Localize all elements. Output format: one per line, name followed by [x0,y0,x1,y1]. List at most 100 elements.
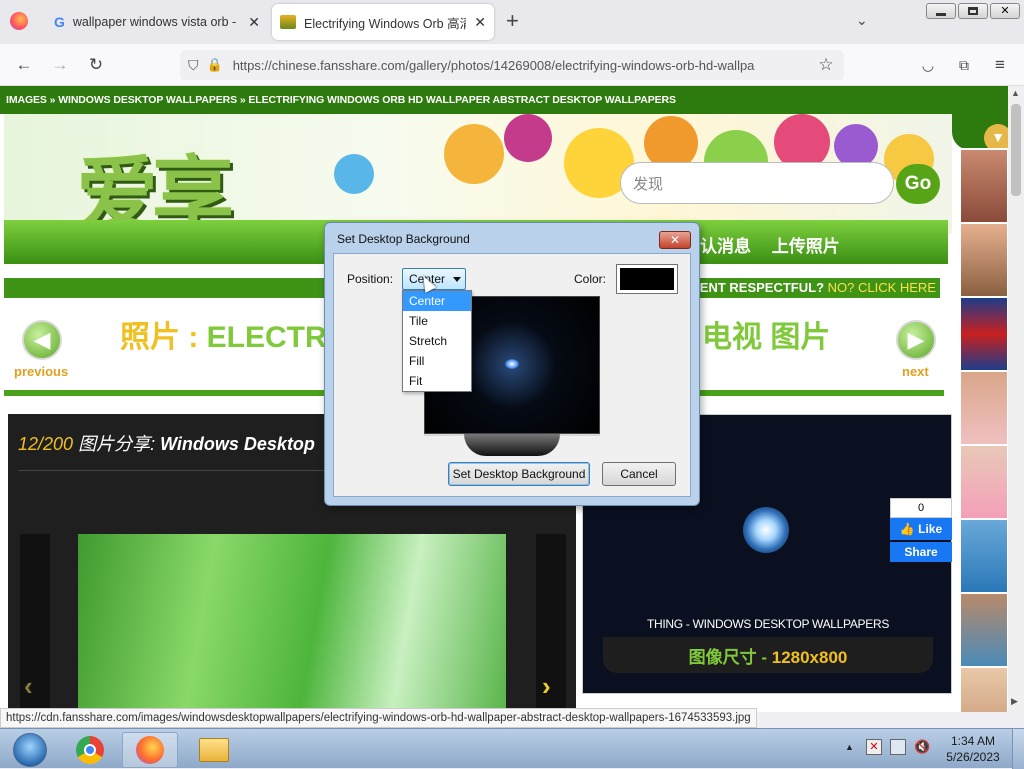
volume-muted-icon[interactable]: 🔇 [914,739,930,755]
network-icon[interactable] [890,739,906,755]
caption-size: 图像尺寸 - 1280x800 [603,643,933,668]
tab-fansshare[interactable]: Electrifying Windows Orb 高清晰 ✕ [272,4,494,40]
orb-preview-icon [505,359,519,369]
photo-title-tail: 电视 图片 [702,321,831,354]
close-window-button[interactable]: ✕ [990,3,1020,19]
position-option-stretch[interactable]: Stretch [403,331,471,351]
maximize-button[interactable] [958,3,988,19]
vertical-scrollbar[interactable]: ▲ ▶ [1008,86,1024,712]
respect-link[interactable]: NO? CLICK HERE [824,280,936,295]
chrome-icon [76,736,104,764]
related-thumbnail[interactable] [961,372,1007,444]
related-thumbnail[interactable] [961,594,1007,666]
previous-link[interactable]: previous [14,364,68,379]
bookmark-star-icon[interactable]: ☆ [814,53,838,77]
back-icon[interactable]: ← [12,53,36,77]
size-value: 1280x800 [771,648,848,667]
tab-title: Electrifying Windows Orb 高清晰 [304,16,467,31]
counter-label: 图片分享: [73,434,161,454]
previous-arrow-icon[interactable]: ◀ [22,320,62,360]
url-bar[interactable]: ⛉ 🔒 https://chinese.fansshare.com/galler… [180,50,844,80]
position-option-fill[interactable]: Fill [403,351,471,371]
dialog-body: Position: Center Color: Set Desktop Back… [333,253,691,497]
position-label: Position: [347,272,394,286]
windows-orb-image [743,507,789,553]
tab-bar: G wallpaper windows vista orb - G ✕ Elec… [0,0,1024,44]
system-clock[interactable]: 1:34 AM 5/26/2023 [940,733,1006,765]
social-buttons: 0 👍 Like Share [890,498,952,562]
new-tab-button[interactable]: + [506,8,519,34]
thumbs-up-icon: 👍 [899,522,915,536]
explorer-taskbar-button[interactable] [186,732,242,768]
monitor-stand [464,434,560,456]
close-icon[interactable]: ✕ [248,14,260,31]
show-desktop-button[interactable] [1012,729,1024,769]
position-option-tile[interactable]: Tile [403,311,471,331]
position-option-fit[interactable]: Fit [403,371,471,391]
list-all-tabs-icon[interactable]: ⌄ [856,12,868,29]
wallpaper-thumbnail[interactable] [78,534,506,712]
dialog-close-button[interactable]: ✕ [659,231,691,249]
like-button[interactable]: 👍 Like [890,518,952,540]
cancel-button[interactable]: Cancel [602,462,676,486]
clock-time: 1:34 AM [950,734,996,748]
search-input[interactable]: 发现 [620,162,894,204]
forward-icon[interactable]: → [48,53,72,77]
google-icon: G [54,14,65,30]
site-logo[interactable]: 爱享 [76,128,234,234]
nav-bar: ← → ↻ ⛉ 🔒 https://chinese.fansshare.com/… [0,44,1024,86]
fansshare-icon [280,15,296,29]
color-picker-button[interactable] [616,264,678,294]
next-slide-button[interactable]: › [536,534,566,712]
related-thumbnail[interactable] [961,224,1007,296]
close-icon[interactable]: ✕ [474,14,486,31]
photo-title-prefix: 照片 : [120,321,199,354]
next-arrow-icon[interactable]: ▶ [896,320,936,360]
go-button[interactable]: Go [896,164,940,204]
caption-title: THING - WINDOWS DESKTOP WALLPAPERS [646,617,890,631]
dropdown-arrow-icon [453,277,461,282]
related-thumbnail[interactable] [961,150,1007,222]
prev-slide-button[interactable]: ‹ [20,534,50,712]
chevron-right-icon: › [542,671,551,701]
folder-icon [199,738,229,762]
tab-title: wallpaper windows vista orb - G [72,15,241,29]
counter-title: Windows Desktop [160,434,315,454]
collapse-icon[interactable]: ▼ [952,114,1008,152]
size-label: 图像尺寸 - [688,648,772,667]
set-desktop-background-dialog: Set Desktop Background ✕ Position: Cente… [324,222,700,506]
related-thumbnail[interactable] [961,668,1007,712]
windows-logo-icon [13,733,47,767]
breadcrumb[interactable]: IMAGES » WINDOWS DESKTOP WALLPAPERS » EL… [0,86,1008,114]
position-dropdown-list: Center Tile Stretch Fill Fit [402,290,472,392]
pocket-icon[interactable]: ◡ [916,53,940,77]
url-text[interactable]: https://chinese.fansshare.com/gallery/ph… [233,58,755,73]
dialog-title: Set Desktop Background [337,232,470,246]
related-thumbnail[interactable] [961,298,1007,370]
shield-icon[interactable]: ⛉ [188,57,199,74]
reload-icon[interactable]: ↻ [84,53,108,77]
chrome-taskbar-button[interactable] [62,732,118,768]
next-link[interactable]: next [902,364,929,379]
start-button[interactable] [2,732,58,768]
firefox-view-icon[interactable] [10,12,28,30]
related-thumbnails [958,148,1008,712]
menu-links[interactable]: 认消息 上传照片 [700,232,840,257]
color-swatch [620,268,674,290]
share-button[interactable]: Share [890,542,952,562]
related-thumbnail[interactable] [961,520,1007,592]
action-center-icon[interactable]: ✕ [866,739,882,755]
extensions-icon[interactable]: ⧉ [952,53,976,77]
caption-box: 图像尺寸 - 1280x800 [603,637,933,673]
scrollbar-thumb[interactable] [1011,104,1021,196]
menu-icon[interactable]: ≡ [988,53,1012,77]
firefox-taskbar-button[interactable] [122,732,178,768]
lock-icon[interactable]: 🔒 [207,57,223,73]
set-desktop-background-button[interactable]: Set Desktop Background [448,462,590,486]
minimize-button[interactable] [926,3,956,19]
position-option-center[interactable]: Center [403,291,471,311]
chevron-left-icon: ‹ [24,671,33,701]
related-thumbnail[interactable] [961,446,1007,518]
show-hidden-icons[interactable]: ▲ [845,742,854,752]
tab-google[interactable]: G wallpaper windows vista orb - G ✕ [46,4,268,40]
